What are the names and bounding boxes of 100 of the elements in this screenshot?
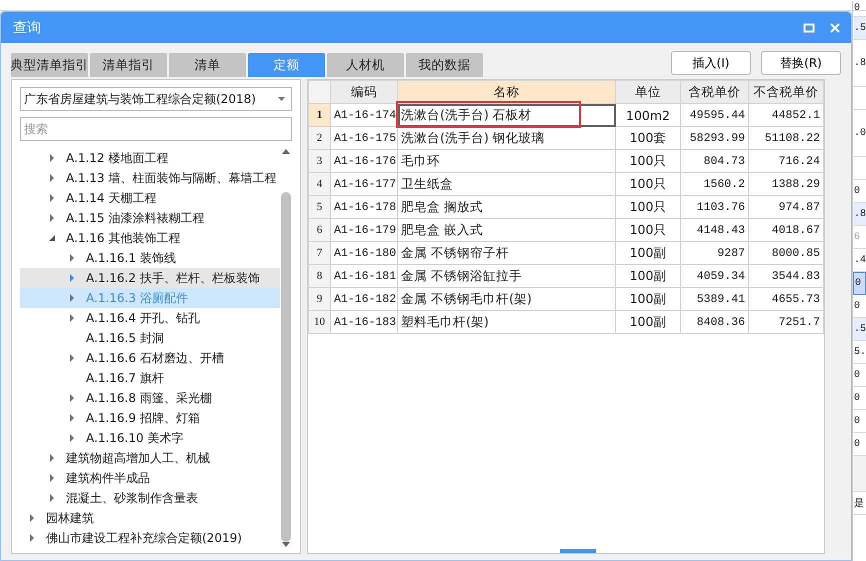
- row-number[interactable]: 3: [308, 150, 330, 172]
- collapsed-icon[interactable]: [48, 454, 56, 462]
- table-cell: A1-16-183: [330, 310, 398, 334]
- sheet-cell: 是: [853, 492, 866, 515]
- table-cell: 4148.43: [680, 218, 748, 242]
- table-cell: 金属 不锈钢毛巾杆(架): [398, 288, 616, 310]
- tree-item[interactable]: 佛山市建设工程补充综合定额(2019): [20, 528, 280, 548]
- collapsed-icon[interactable]: [68, 354, 76, 362]
- expanded-icon[interactable]: [48, 234, 56, 242]
- row-number[interactable]: 7: [308, 242, 330, 264]
- table-cell: 100只: [616, 172, 680, 196]
- table-cell: A1-16-175: [330, 126, 398, 150]
- collapsed-icon[interactable]: [68, 274, 76, 282]
- maximize-icon[interactable]: [803, 22, 815, 34]
- table-cell: 49595.44: [680, 104, 748, 126]
- table-cell: 5389.41: [680, 288, 748, 310]
- row-number[interactable]: 10: [308, 310, 330, 334]
- tree-item[interactable]: A.1.16 其他装饰工程: [20, 228, 280, 248]
- table-cell: 3544.83: [748, 264, 824, 288]
- column-header[interactable]: 单位: [616, 80, 680, 104]
- sheet-cell: .5: [853, 17, 866, 40]
- tab[interactable]: 典型清单指引: [11, 53, 88, 77]
- table-cell: 974.87: [748, 196, 824, 218]
- tree-item[interactable]: A.1.15 油漆涂料裱糊工程: [20, 208, 280, 228]
- table-cell: 4059.34: [680, 264, 748, 288]
- column-header[interactable]: 不含税单价: [748, 80, 824, 104]
- splitter-handle[interactable]: [560, 549, 596, 553]
- table-cell: 51108.22: [748, 126, 824, 150]
- close-icon[interactable]: [829, 22, 841, 34]
- table-cell: 100副: [616, 264, 680, 288]
- sheet-cell: 5.: [853, 341, 866, 364]
- tab[interactable]: 清单指引: [90, 53, 167, 77]
- collapsed-icon[interactable]: [48, 194, 56, 202]
- tree-item[interactable]: A.1.16.7 旗杆: [20, 368, 280, 388]
- search-field[interactable]: 搜索: [20, 117, 292, 141]
- tab[interactable]: 清单: [169, 53, 246, 77]
- sheet-cell: .5: [853, 318, 866, 341]
- table-cell: 洗漱台(洗手台) 石板材: [398, 104, 616, 126]
- row-number[interactable]: 6: [308, 218, 330, 242]
- sheet-cell: .0: [853, 110, 866, 157]
- table-cell: 100m2: [616, 104, 680, 126]
- tree-item[interactable]: A.1.16.2 扶手、栏杆、栏板装饰: [20, 268, 280, 288]
- row-number[interactable]: 1: [308, 104, 330, 126]
- tab[interactable]: 我的数据: [406, 53, 483, 77]
- table-cell: 100副: [616, 310, 680, 334]
- tree-item[interactable]: 建筑构件半成品: [20, 468, 280, 488]
- table-cell: 1560.2: [680, 172, 748, 196]
- scroll-up-icon[interactable]: [282, 149, 290, 154]
- collapsed-icon[interactable]: [48, 154, 56, 162]
- collapsed-icon[interactable]: [68, 394, 76, 402]
- tree-item[interactable]: 建筑物超高增加人工、机械: [20, 448, 280, 468]
- sheet-cell: 6: [853, 226, 866, 249]
- collapsed-icon[interactable]: [48, 474, 56, 482]
- collapsed-icon[interactable]: [28, 534, 36, 542]
- row-number[interactable]: 9: [308, 288, 330, 310]
- collapsed-icon[interactable]: [68, 294, 76, 302]
- collapsed-icon[interactable]: [48, 174, 56, 182]
- action-button[interactable]: 插入(I): [671, 51, 751, 75]
- column-header[interactable]: 名称: [398, 80, 616, 104]
- collapsed-icon[interactable]: [48, 214, 56, 222]
- tree-item[interactable]: 混凝土、砂浆制作含量表: [20, 488, 280, 508]
- tree-item[interactable]: A.1.16.9 招牌、灯箱: [20, 408, 280, 428]
- row-number[interactable]: 8: [308, 264, 330, 288]
- sheet-cell: 0: [853, 364, 866, 387]
- collapsed-icon[interactable]: [68, 254, 76, 262]
- table-cell: 卫生纸盒: [398, 172, 616, 196]
- column-header[interactable]: 含税单价: [680, 80, 748, 104]
- tree-item[interactable]: A.1.16.5 封洞: [20, 328, 280, 348]
- tree-item[interactable]: A.1.16.1 装饰线: [20, 248, 280, 268]
- collapsed-icon[interactable]: [68, 414, 76, 422]
- tab[interactable]: 人材机: [327, 53, 404, 77]
- row-number[interactable]: 5: [308, 196, 330, 218]
- row-number[interactable]: 2: [308, 126, 330, 150]
- tree-item[interactable]: 园林建筑: [20, 508, 280, 528]
- scroll-thumb[interactable]: [281, 192, 291, 542]
- tree-item[interactable]: A.1.12 楼地面工程: [20, 148, 280, 168]
- tree-item[interactable]: A.1.14 天棚工程: [20, 188, 280, 208]
- table-cell: 100副: [616, 288, 680, 310]
- tree-item[interactable]: A.1.16.10 美术字: [20, 428, 280, 448]
- table-cell: 1103.76: [680, 196, 748, 218]
- collapsed-icon[interactable]: [68, 314, 76, 322]
- tree-item[interactable]: A.1.16.4 开孔、钻孔: [20, 308, 280, 328]
- tree-item[interactable]: A.1.16.8 雨篷、采光棚: [20, 388, 280, 408]
- library-select[interactable]: 广东省房屋建筑与装饰工程综合定额(2018): [20, 87, 292, 111]
- action-button[interactable]: 替换(R): [761, 51, 841, 75]
- collapsed-icon[interactable]: [28, 514, 36, 522]
- table-cell: A1-16-179: [330, 218, 398, 242]
- column-header[interactable]: 编码: [330, 80, 398, 104]
- table-cell: A1-16-180: [330, 242, 398, 264]
- scrollbar[interactable]: [280, 147, 292, 549]
- row-number[interactable]: 4: [308, 172, 330, 196]
- tree-item[interactable]: A.1.13 墙、柱面装饰与隔断、幕墙工程: [20, 168, 280, 188]
- dropdown-icon: [278, 97, 285, 101]
- table-cell: 洗漱台(洗手台) 钢化玻璃: [398, 126, 616, 150]
- tree-item[interactable]: A.1.16.6 石材磨边、开槽: [20, 348, 280, 368]
- table-cell: 804.73: [680, 150, 748, 172]
- table-cell: 1388.29: [748, 172, 824, 196]
- collapsed-icon[interactable]: [48, 494, 56, 502]
- table-cell: A1-16-181: [330, 264, 398, 288]
- collapsed-icon[interactable]: [68, 434, 76, 442]
